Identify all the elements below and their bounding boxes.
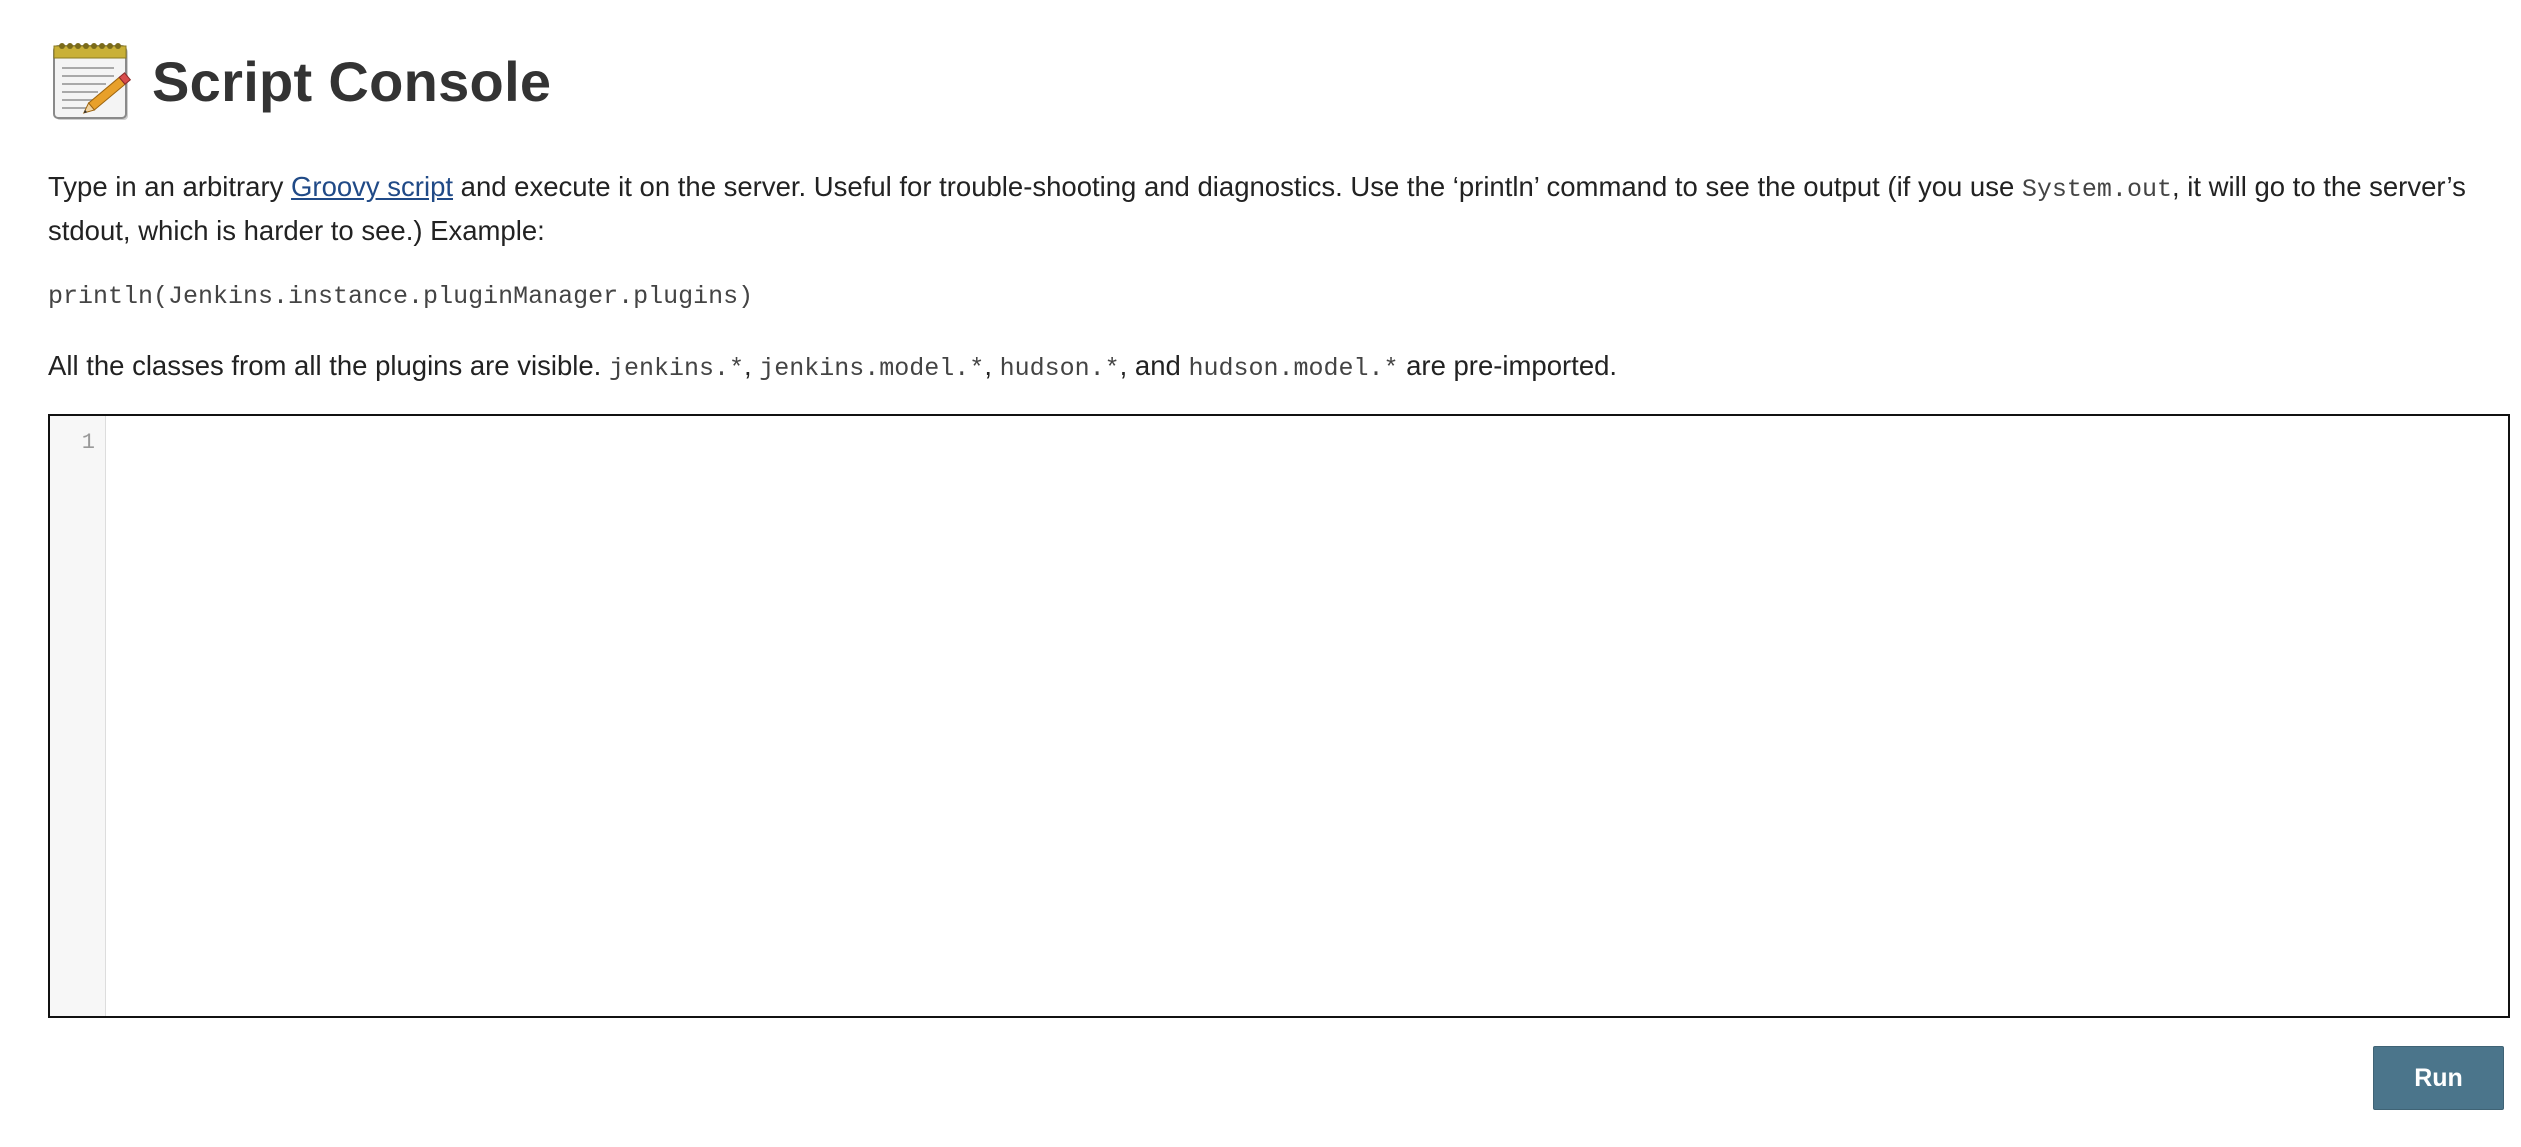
hudson-package-code: hudson.*: [999, 354, 1120, 383]
line-number-gutter: 1: [50, 416, 106, 1016]
intro-text-middle: and execute it on the server. Useful for…: [453, 171, 2022, 202]
classes-note: All the classes from all the plugins are…: [48, 345, 1617, 389]
classes-note-separator-1: ,: [743, 350, 760, 381]
script-input[interactable]: [106, 416, 2508, 1016]
line-number: 1: [81, 430, 95, 455]
intro-text-start: Type in an arbitrary: [48, 171, 292, 202]
jenkins-package-code: jenkins.*: [608, 354, 744, 383]
jenkins-model-package-code: jenkins.model.*: [759, 354, 985, 383]
page-header: Script Console: [50, 36, 551, 128]
classes-note-separator-3: , and: [1119, 350, 1189, 381]
classes-note-text-start: All the classes from all the plugins are…: [48, 350, 609, 381]
page-title: Script Console: [152, 50, 552, 113]
system-out-code: System.out: [2021, 175, 2172, 204]
classes-note-text-end: are pre-imported.: [1398, 350, 1618, 381]
notepad-pencil-icon: [53, 43, 132, 120]
run-button[interactable]: Run: [2373, 1046, 2504, 1110]
example-code: println(Jenkins.instance.pluginManager.p…: [48, 282, 754, 311]
script-editor[interactable]: 1: [48, 414, 2510, 1018]
intro-paragraph: Type in an arbitrary Groovy script and e…: [48, 166, 2488, 251]
groovy-script-link[interactable]: Groovy script: [291, 171, 453, 202]
classes-note-separator-2: ,: [984, 350, 1000, 381]
hudson-model-package-code: hudson.model.*: [1188, 354, 1399, 383]
